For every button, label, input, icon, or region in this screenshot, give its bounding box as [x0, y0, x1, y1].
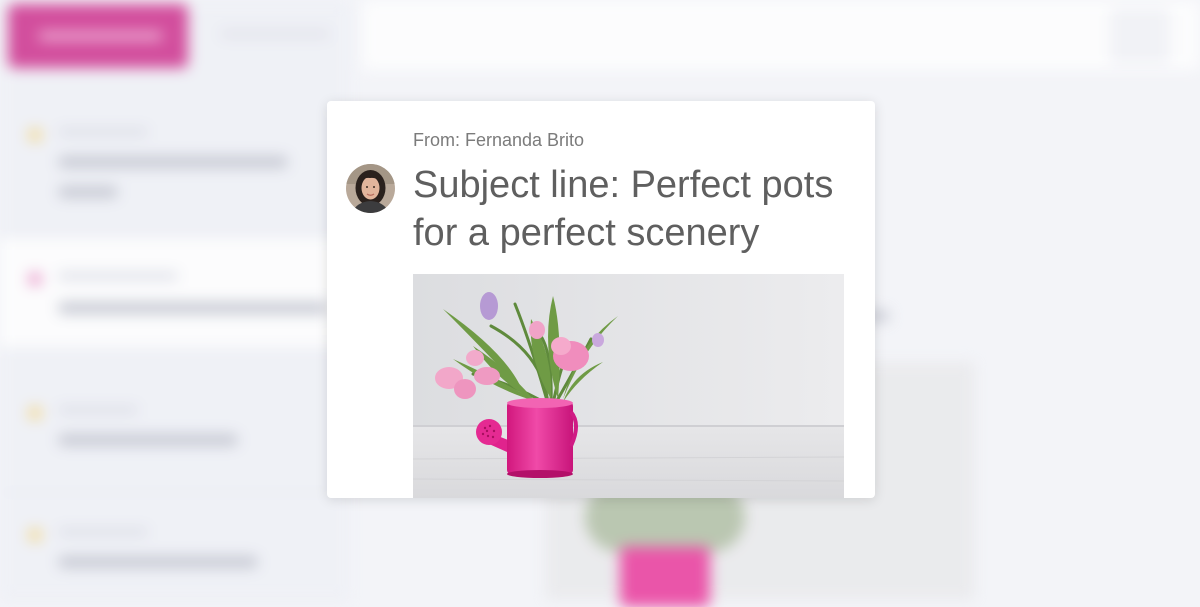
- sender-avatar: [346, 164, 395, 213]
- email-from: From: Fernanda Brito: [413, 130, 585, 150]
- background-list-item: [0, 372, 350, 493]
- background-compose-button: [8, 4, 188, 68]
- tulips-watering-can-image: [412, 274, 845, 498]
- background-list-item: [0, 238, 350, 349]
- email-subject: Subject line: Perfect pots for a perfect…: [413, 164, 834, 254]
- background-topbar: [362, 0, 1200, 70]
- email-preview-card[interactable]: From: Fernanda Brito Subject line: Perfe…: [327, 101, 875, 498]
- background-nav-text: [220, 30, 330, 38]
- background-list-item: [0, 100, 350, 231]
- background-list-item: [0, 500, 350, 601]
